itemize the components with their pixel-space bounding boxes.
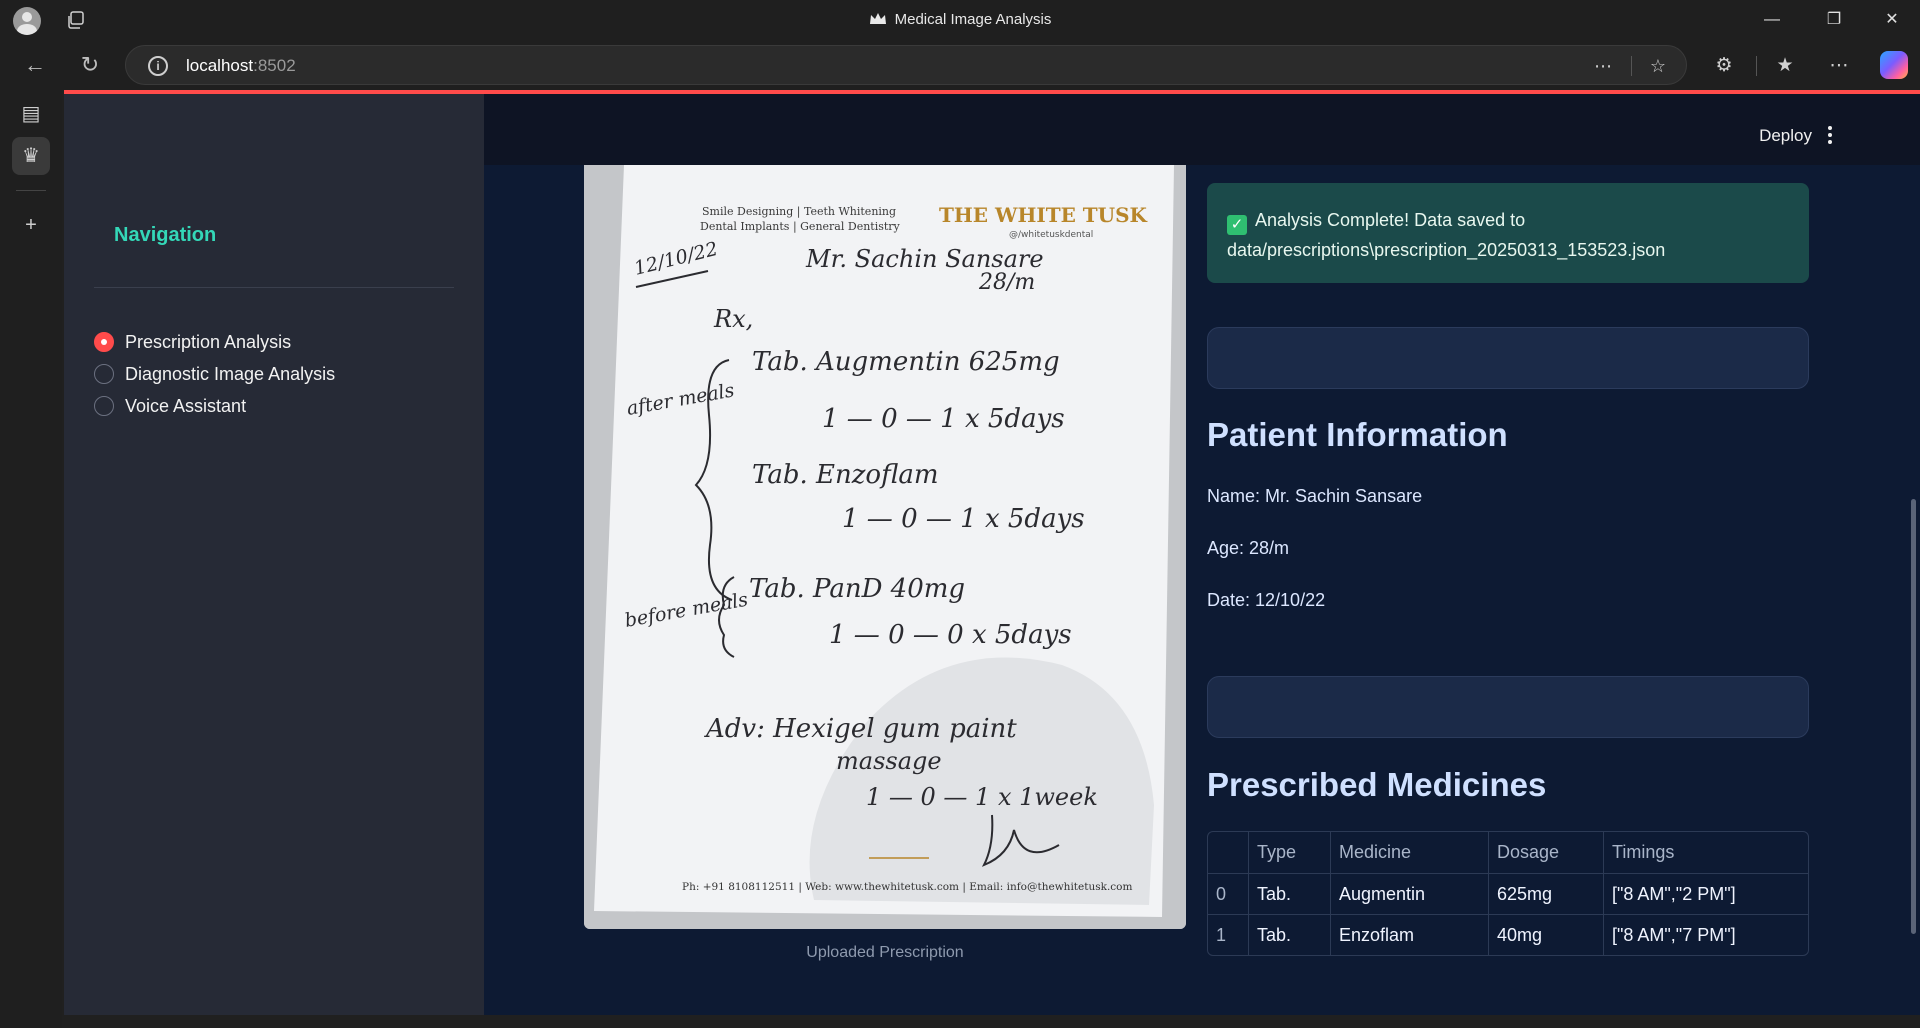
sidebar-toggle-icon[interactable]: ▤ [12, 95, 50, 133]
table-cell[interactable]: Tab. [1248, 874, 1330, 914]
radio-button-selected[interactable] [94, 332, 114, 352]
favorite-icon[interactable]: ☆ [1647, 55, 1669, 77]
deploy-button[interactable]: Deploy [1759, 126, 1812, 146]
rx-advice: Adv: Hexigel gum paint [704, 714, 1017, 744]
patient-date: Date: 12/10/22 [1207, 590, 1326, 610]
favorites-icon[interactable]: ★ [1772, 53, 1798, 79]
window-title-text: Medical Image Analysis [894, 11, 1052, 28]
address-bar[interactable]: i localhost:8502 ⋯ ☆ [125, 45, 1687, 85]
page-scrollbar[interactable] [1911, 499, 1916, 934]
success-alert: ✓ Analysis Complete! Data saved to data/p… [1207, 183, 1809, 283]
medicines-heading: Prescribed Medicines [1207, 766, 1547, 803]
info-card [1207, 327, 1809, 389]
crown-icon [869, 13, 886, 24]
toolbar-separator [1756, 56, 1757, 76]
patient-name: Name: Mr. Sachin Sansare [1207, 486, 1423, 506]
table-row: 1 Tab. Enzoflam 40mg ["8 AM","7 PM"] [1208, 914, 1808, 955]
column-header[interactable]: Dosage [1488, 832, 1603, 873]
clinic-tagline-1: Smile Designing | Teeth Whitening [702, 205, 896, 219]
table-cell[interactable]: Augmentin [1330, 874, 1488, 914]
vertical-bar-divider [16, 190, 46, 191]
table-cell[interactable]: 625mg [1488, 874, 1603, 914]
back-icon[interactable]: ← [22, 53, 48, 79]
radio-diagnostic-image-analysis[interactable]: Diagnostic Image Analysis [94, 361, 335, 387]
row-index: 1 [1216, 925, 1227, 945]
check-icon: ✓ [1227, 215, 1247, 235]
table-row: 0 Tab. Augmentin 625mg ["8 AM","2 PM"] [1208, 873, 1808, 914]
close-icon[interactable]: ✕ [1877, 6, 1907, 34]
rx-symbol: Rx, [713, 305, 753, 333]
column-header[interactable]: Medicine [1330, 832, 1488, 873]
prescription-photo: Smile Designing | Teeth Whitening Dental… [584, 165, 1186, 929]
rx-med-1-dose: 1 — 0 — 1 x 5days [822, 404, 1065, 434]
patient-age: Age: 28/m [1207, 538, 1290, 558]
radio-label: Prescription Analysis [125, 331, 292, 352]
app-page: Navigation Prescription Analysis Diagnos… [64, 90, 1920, 1015]
table-cell[interactable]: Tab. [1248, 915, 1330, 955]
radio-prescription-analysis[interactable]: Prescription Analysis [94, 329, 291, 355]
clinic-logo: THE WHITE TUSK [939, 203, 1148, 227]
rx-med-1: Tab. Augmentin 625mg [752, 347, 1060, 377]
sidebar-heading: Navigation [114, 224, 217, 246]
sidebar: Navigation Prescription Analysis Diagnos… [64, 94, 484, 1015]
column-header[interactable]: Type [1248, 832, 1330, 873]
minimize-icon[interactable]: — [1757, 6, 1787, 34]
sidebar-divider [94, 287, 454, 288]
main-menu-icon[interactable] [1825, 124, 1835, 146]
table-cell[interactable]: 40mg [1488, 915, 1603, 955]
table-cell[interactable]: ["8 AM","2 PM"] [1603, 874, 1808, 914]
app-header: Deploy [484, 94, 1920, 165]
column-header[interactable]: Timings [1603, 832, 1808, 873]
rx-advice-2: massage [836, 747, 942, 775]
rx-med-2: Tab. Enzoflam [752, 460, 939, 490]
clinic-tagline-2: Dental Implants | General Dentistry [700, 220, 901, 234]
radio-voice-assistant[interactable]: Voice Assistant [94, 393, 246, 419]
streamlit-tab-icon[interactable]: ♛ [12, 137, 50, 175]
radio-button[interactable] [94, 396, 114, 416]
url-separator [1631, 56, 1632, 76]
radio-label: Voice Assistant [125, 395, 247, 416]
rx-age: 28/m [978, 270, 1035, 295]
rx-med-2-dose: 1 — 0 — 1 x 5days [842, 504, 1085, 534]
clinic-handle: @/whitetuskdental [1009, 230, 1093, 240]
row-index: 0 [1216, 884, 1227, 904]
rx-patient-name: Mr. Sachin Sansare [805, 245, 1044, 273]
info-icon[interactable]: i [148, 56, 168, 76]
column-header[interactable] [1208, 832, 1248, 873]
vertical-tab-bar: ▤ ♛ + [0, 90, 62, 1028]
prescription-image: Smile Designing | Teeth Whitening Dental… [584, 165, 1186, 929]
patient-info-heading: Patient Information [1207, 416, 1508, 453]
refresh-icon[interactable]: ↻ [77, 53, 103, 79]
browser-titlebar: Medical Image Analysis — ❐ ✕ [0, 0, 1920, 40]
radio-button[interactable] [94, 364, 114, 384]
medicines-card [1207, 676, 1809, 738]
more-icon[interactable]: ⋯ [1826, 53, 1852, 79]
rx-med-3: Tab. PanD 40mg [749, 574, 965, 604]
rx-advice-dose: 1 — 0 — 1 x 1week [866, 783, 1098, 811]
copilot-icon[interactable] [1880, 51, 1908, 79]
rx-med-3-dose: 1 — 0 — 0 x 5days [829, 620, 1072, 650]
radio-label: Diagnostic Image Analysis [125, 363, 336, 384]
reader-icon[interactable]: ⋯ [1592, 55, 1614, 77]
browser-toolbar: ← ↻ i localhost:8502 ⋯ ☆ ⚙ ★ ⋯ [0, 40, 1920, 90]
url-text[interactable]: localhost:8502 [186, 56, 296, 76]
image-caption: Uploaded Prescription [806, 944, 964, 961]
window-title: Medical Image Analysis [0, 11, 1920, 28]
new-tab-icon[interactable]: + [12, 206, 50, 244]
medicines-table[interactable]: Type Medicine Dosage Timings 0 Tab. Augm… [1207, 831, 1809, 956]
table-header-row: Type Medicine Dosage Timings [1208, 832, 1808, 873]
table-cell[interactable]: ["8 AM","7 PM"] [1603, 915, 1808, 955]
rx-footer: Ph: +91 8108112511 | Web: www.thewhitetu… [682, 881, 1133, 894]
extensions-icon[interactable]: ⚙ [1711, 53, 1737, 79]
success-message: Analysis Complete! Data saved to data/pr… [1227, 210, 1666, 260]
table-cell[interactable]: Enzoflam [1330, 915, 1488, 955]
restore-icon[interactable]: ❐ [1819, 6, 1849, 34]
